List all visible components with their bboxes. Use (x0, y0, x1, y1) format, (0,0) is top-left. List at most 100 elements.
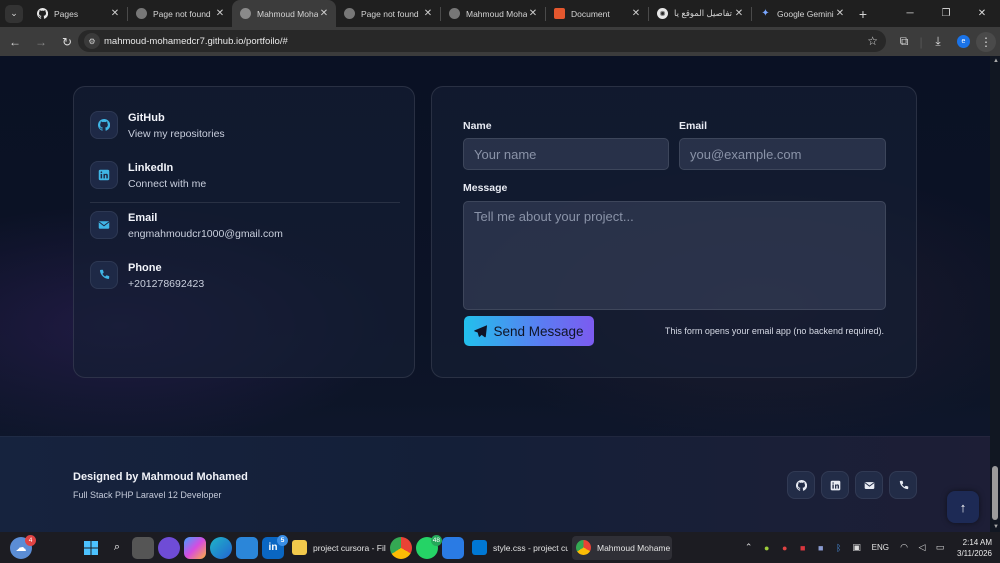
forward-icon[interactable]: → (28, 29, 54, 55)
browser-tab[interactable]: Page not found ✕ (128, 0, 232, 27)
tab-title: Document (571, 8, 610, 19)
close-icon[interactable]: ✕ (527, 8, 539, 19)
email-input[interactable] (679, 138, 886, 170)
taskbar-app-vscode[interactable]: style.css - project cu (468, 536, 568, 560)
edge-icon[interactable] (210, 536, 232, 559)
close-icon[interactable]: ✕ (733, 8, 745, 19)
page-scrollbar[interactable] (990, 56, 1000, 532)
more-menu-icon[interactable]: ⋮ (976, 31, 996, 52)
acrobat-icon[interactable]: ■ (794, 543, 812, 553)
chrome-icon[interactable] (390, 536, 412, 559)
profile-avatar[interactable]: e (957, 35, 970, 48)
weather-widget-icon[interactable]: ☁ 4 (10, 534, 36, 559)
scrollbar-thumb[interactable] (992, 466, 998, 520)
tab-title: Page not found (153, 8, 211, 19)
address-bar[interactable]: ⚙ mahmoud-mohamedcr7.github.io/portfoilo… (78, 30, 886, 52)
bookmark-star-icon[interactable]: ☆ (867, 34, 878, 48)
url-text: mahmoud-mohamedcr7.github.io/portfoilo/# (104, 35, 288, 47)
tray-app-icon[interactable]: ■ (812, 543, 830, 553)
tab-search-button[interactable]: ⌄ (5, 4, 23, 23)
html-icon (554, 8, 565, 19)
contact-item-phone[interactable]: Phone +201278692423 (90, 261, 204, 290)
browser-tab[interactable]: Mahmoud Moha ✕ (441, 0, 545, 27)
browser-tab[interactable]: Document ✕ (546, 0, 648, 27)
site-info-icon[interactable]: ⚙ (84, 33, 100, 49)
restore-icon[interactable]: ❐ (928, 0, 964, 27)
task-view-icon[interactable] (132, 536, 154, 559)
globe-icon (344, 8, 355, 19)
taskbar-app-chrome[interactable]: Mahmoud Mohame (572, 535, 672, 560)
footer-email-link[interactable] (855, 471, 883, 499)
contact-title: GitHub (128, 112, 165, 124)
battery-icon[interactable]: ▭ (931, 542, 949, 553)
taskbar-app-label: Mahmoud Mohame (597, 542, 671, 553)
back-icon[interactable]: ← (2, 29, 28, 55)
globe-icon (449, 8, 460, 19)
browser-tab[interactable]: ✺ تفاصيل الموقع يا ✕ (649, 0, 751, 27)
close-icon[interactable]: ✕ (834, 8, 846, 19)
footer-github-link[interactable] (787, 471, 815, 499)
browser-tab[interactable]: Page not found ✕ (336, 0, 440, 27)
send-message-button[interactable]: Send Message (464, 316, 594, 346)
teams-chat-icon[interactable] (158, 536, 180, 559)
scroll-down-arrow-icon[interactable]: ▼ (993, 524, 999, 530)
download-icon[interactable]: ⤓ (925, 34, 951, 49)
start-icon[interactable] (80, 537, 102, 559)
close-icon[interactable]: ✕ (214, 8, 226, 19)
footer-phone-link[interactable] (889, 471, 917, 499)
clock-time: 2:14 AM (962, 537, 992, 547)
close-icon[interactable]: ✕ (318, 8, 330, 19)
browser-tab-active[interactable]: Mahmoud Moha ✕ (232, 0, 336, 27)
mail-icon (864, 481, 874, 489)
folder-icon (292, 540, 307, 555)
close-icon[interactable]: ✕ (630, 8, 642, 19)
tray-app-icon[interactable]: ● (776, 543, 794, 553)
footer-linkedin-link[interactable] (821, 471, 849, 499)
tab-title: Google Gemini (777, 8, 834, 19)
search-icon[interactable]: ⌕ (106, 537, 128, 559)
browser-tab[interactable]: ✦ Google Gemini ✕ (752, 0, 852, 27)
reload-icon[interactable]: ↻ (54, 29, 80, 55)
phone-icon (899, 480, 908, 489)
site-footer: Designed by Mahmoud Mohamed Full Stack P… (0, 436, 990, 532)
clock[interactable]: 2:14 AM 3/11/2026 (957, 537, 992, 559)
volume-icon[interactable]: ◁ (913, 542, 931, 553)
contact-item-linkedin[interactable]: LinkedIn Connect with me (90, 161, 206, 190)
page-viewport: GitHub View my repositories LinkedIn Con… (0, 56, 1000, 532)
input-language[interactable]: ENG (872, 543, 889, 552)
mail-icon (90, 211, 118, 239)
close-icon[interactable]: ✕ (422, 8, 434, 19)
contact-form-card: Name Email Message Send Message This for… (431, 86, 917, 378)
wifi-icon[interactable]: ◠ (895, 542, 913, 553)
photos-icon[interactable]: ▣ (848, 542, 866, 553)
store-icon[interactable] (236, 536, 258, 559)
name-label: Name (463, 120, 492, 132)
whatsapp-icon[interactable]: 48 (416, 534, 442, 559)
taskbar-app-file-explorer[interactable]: project cursora - File (288, 536, 386, 560)
message-label: Message (463, 182, 508, 194)
tray-app-icon[interactable]: ● (758, 543, 776, 553)
browser-toolbar: ← → ↻ ⚙ mahmoud-mohamedcr7.github.io/por… (0, 27, 1000, 56)
new-tab-button[interactable]: + (852, 6, 874, 22)
message-textarea[interactable] (463, 201, 886, 310)
mail-app-icon[interactable] (442, 536, 464, 559)
minimize-icon[interactable]: ─ (892, 0, 928, 27)
windows-taskbar: ☁ 4 ⌕ in 5 project cursora - File 48 styl… (0, 532, 1000, 563)
extensions-icon[interactable]: ⧉ (891, 34, 917, 49)
browser-tab[interactable]: Pages ✕ (29, 0, 127, 27)
form-note: This form opens your email app (no backe… (664, 326, 884, 336)
contact-item-email[interactable]: Email engmahmoudcr1000@gmail.com (90, 211, 283, 240)
chevron-up-icon[interactable]: ⌃ (740, 542, 758, 553)
chrome-icon (576, 540, 591, 555)
bluetooth-icon[interactable]: ᛒ (830, 543, 848, 553)
name-input[interactable] (463, 138, 669, 170)
linkedin-app-icon[interactable]: in 5 (262, 534, 288, 559)
chatgpt-icon: ✺ (657, 8, 668, 19)
footer-subtitle: Full Stack PHP Laravel 12 Developer (73, 490, 222, 500)
copilot-icon[interactable] (184, 536, 206, 559)
back-to-top-button[interactable]: ↑ (947, 491, 979, 523)
close-window-icon[interactable]: ✕ (964, 0, 1000, 27)
close-icon[interactable]: ✕ (109, 8, 121, 19)
scroll-up-arrow-icon[interactable]: ▲ (993, 58, 999, 64)
contact-item-github[interactable]: GitHub View my repositories (90, 111, 225, 140)
